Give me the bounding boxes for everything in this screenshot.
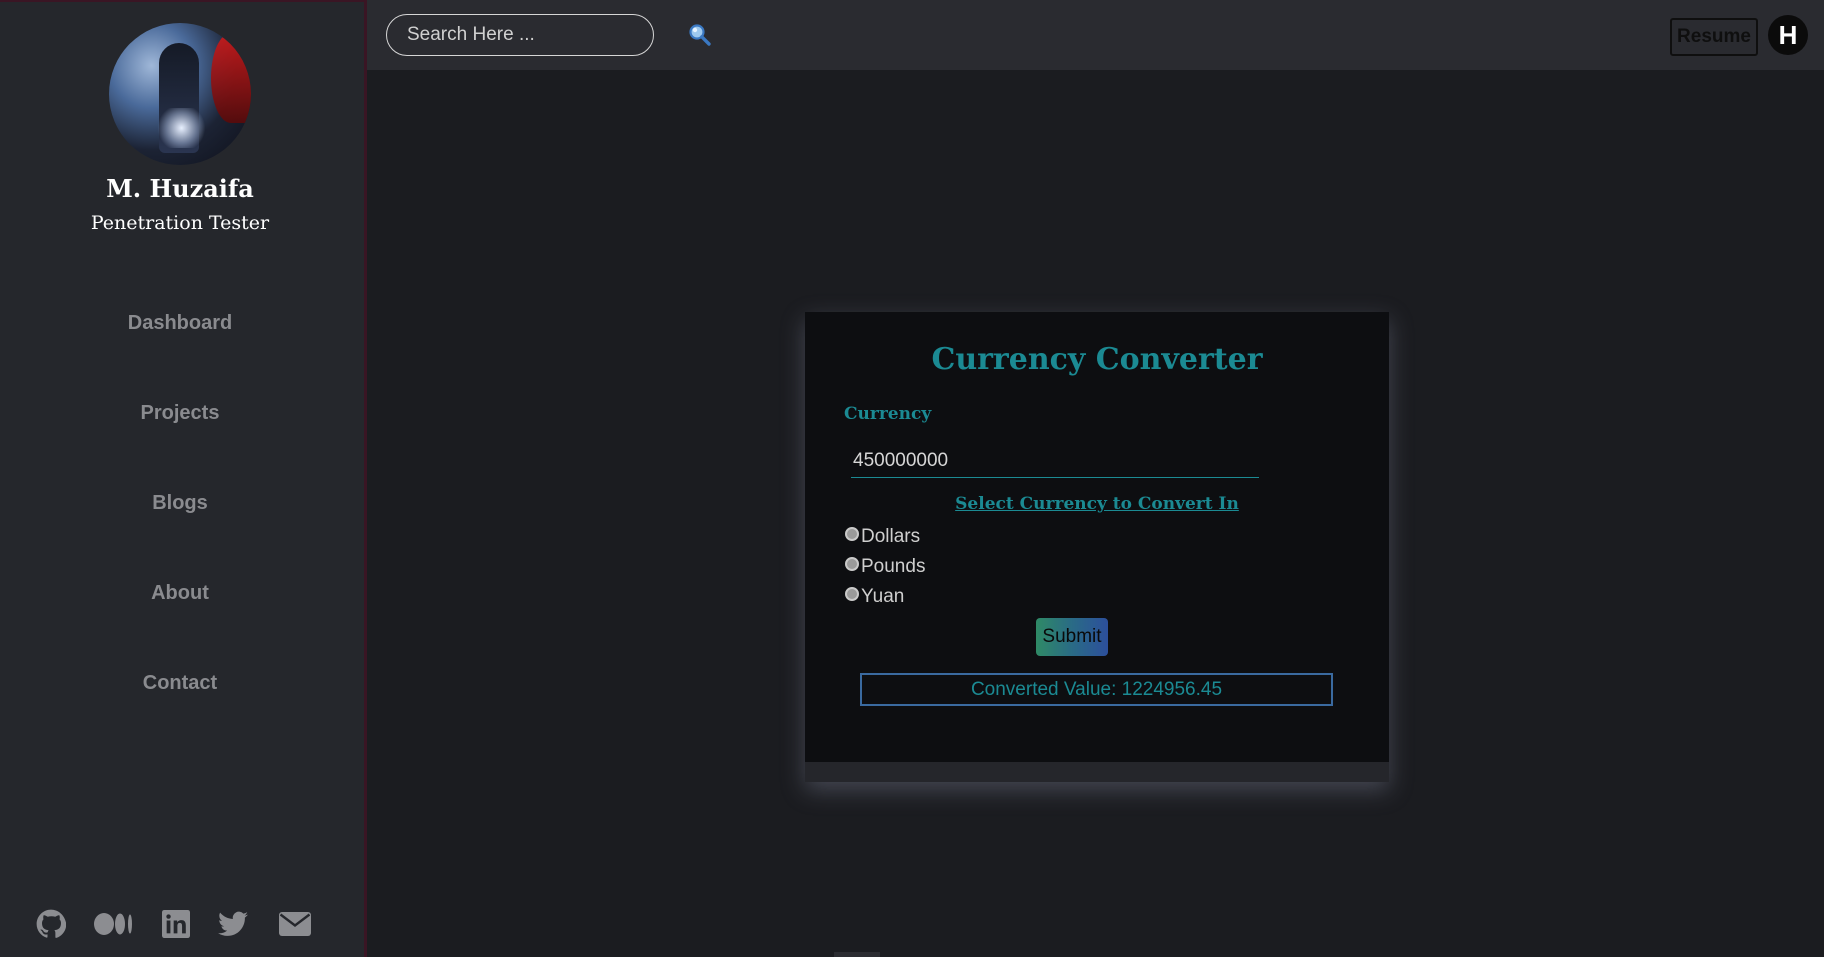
search-input[interactable] [386, 14, 654, 56]
profile-name: M. Huzaifa [106, 174, 254, 203]
resume-button[interactable]: Resume [1670, 18, 1758, 56]
sidebar-item-dashboard[interactable]: Dashboard [0, 312, 360, 402]
radio-label: Yuan [861, 586, 905, 607]
user-avatar[interactable]: H [1768, 15, 1808, 55]
sidebar-nav: Dashboard Projects Blogs About Contact [0, 312, 360, 762]
social-links [0, 907, 360, 941]
card-title: Currency Converter [931, 342, 1263, 377]
sidebar-item-contact[interactable]: Contact [0, 672, 360, 762]
radio-option-pounds[interactable]: Pounds [845, 554, 925, 580]
radio-label: Dollars [861, 526, 921, 547]
radio-label: Pounds [861, 556, 926, 577]
medium-icon[interactable] [94, 907, 134, 941]
currency-amount-input[interactable] [851, 444, 1259, 478]
converted-value-output: Converted Value: 1224956.45 [860, 673, 1333, 706]
radio-option-dollars[interactable]: Dollars [845, 524, 920, 550]
submit-button[interactable]: Submit [1036, 618, 1108, 656]
radio-button-icon[interactable] [845, 587, 859, 601]
sidebar-item-projects[interactable]: Projects [0, 402, 360, 492]
scroll-indicator [834, 952, 880, 957]
profile-role: Penetration Tester [90, 212, 270, 234]
mail-icon[interactable] [277, 907, 313, 941]
top-bar: Resume H [367, 0, 1824, 70]
currency-field-label: Currency [844, 404, 932, 424]
sidebar: M. Huzaifa Penetration Tester Dashboard … [0, 0, 367, 957]
radio-option-yuan[interactable]: Yuan [845, 584, 904, 610]
linkedin-icon[interactable] [159, 907, 193, 941]
twitter-icon[interactable] [216, 907, 250, 941]
github-icon[interactable] [34, 907, 68, 941]
card-footer [805, 762, 1389, 782]
sidebar-item-about[interactable]: About [0, 582, 360, 672]
avatar-art-red [211, 33, 251, 123]
radio-button-icon[interactable] [845, 557, 859, 571]
avatar-art-glow [154, 108, 209, 148]
radio-button-icon[interactable] [845, 527, 859, 541]
currency-converter-card: Currency Converter Currency Select Curre… [805, 312, 1389, 782]
sidebar-item-blogs[interactable]: Blogs [0, 492, 360, 582]
select-currency-heading: Select Currency to Convert In [955, 494, 1239, 514]
profile-avatar [109, 23, 251, 165]
search-icon[interactable] [687, 22, 713, 48]
